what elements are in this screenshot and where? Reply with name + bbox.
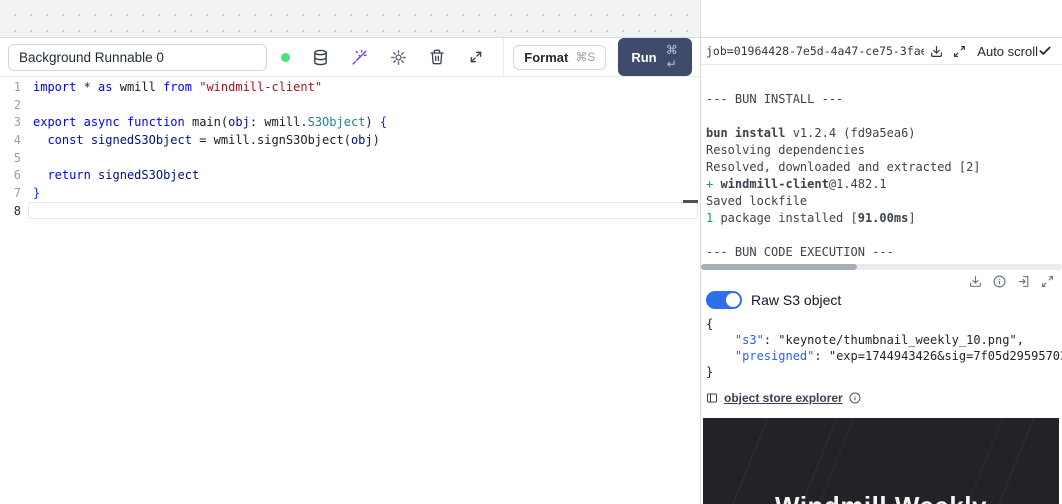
expand-diagonal-icon (468, 49, 484, 65)
auto-scroll-label: Auto scroll (977, 44, 1038, 59)
expand-result-button[interactable] (1040, 274, 1054, 288)
job-logs: --- BUN INSTALL --- bun install v1.2.4 (… (701, 65, 1062, 262)
job-result-panel: job=01964428-7e5d-4a47-ce75-3fae4 Auto s… (701, 0, 1062, 504)
check-icon (1038, 44, 1052, 58)
magic-wand-icon (351, 49, 368, 66)
result-info-button[interactable] (992, 274, 1006, 288)
raw-s3-toggle-row: Raw S3 object (701, 290, 1062, 309)
fullscreen-editor-button[interactable] (467, 48, 485, 66)
s3-image-preview: Windmill Weekly (703, 418, 1059, 504)
download-icon (969, 275, 982, 288)
overview-ruler-cursor-marker (683, 200, 698, 203)
delete-button[interactable] (428, 48, 446, 66)
format-shortcut: ⌘S (575, 50, 595, 64)
download-logs-button[interactable] (927, 42, 945, 60)
format-button[interactable]: Format ⌘S (513, 45, 606, 70)
trash-icon (429, 49, 445, 65)
info-icon (849, 392, 861, 404)
toolbar-divider (503, 38, 504, 77)
run-button[interactable]: Run ⌘ ↵ (618, 38, 692, 76)
object-store-explorer-link[interactable]: object store explorer (724, 391, 843, 405)
object-store-explorer-row: object store explorer (701, 391, 1062, 405)
open-drawer-icon (1017, 275, 1030, 288)
preview-title-text: Windmill Weekly (703, 491, 1059, 504)
expand-icon (1041, 275, 1054, 288)
job-id: job=01964428-7e5d-4a47-ce75-3fae4 (706, 44, 924, 58)
gear-icon (390, 49, 407, 66)
toggle-knob (726, 293, 740, 307)
format-button-label: Format (524, 50, 568, 65)
download-icon (930, 45, 943, 58)
windmill-app-editor: Format ⌘S Run ⌘ ↵ 1import * as wmill fro… (0, 0, 1062, 504)
auto-scroll-checkbox[interactable] (1038, 44, 1052, 58)
scrollbar-thumb[interactable] (701, 264, 857, 270)
code-line: 4 const signedS3Object = wmill.signS3Obj… (0, 131, 700, 149)
info-icon (993, 275, 1006, 288)
download-result-button[interactable] (968, 274, 982, 288)
database-icon (312, 49, 329, 66)
panel-left-icon (706, 392, 718, 404)
log-horizontal-scrollbar[interactable] (701, 264, 1062, 270)
ai-assistant-button[interactable] (350, 48, 368, 66)
code-line: 5 (0, 149, 700, 167)
code-line: 1import * as wmill from "windmill-client… (0, 78, 700, 96)
right-panel-header-spacer (701, 0, 1062, 38)
raw-s3-toggle[interactable] (706, 291, 742, 309)
code-line: 3export async function main(obj: wmill.S… (0, 113, 700, 131)
job-header: job=01964428-7e5d-4a47-ce75-3fae4 Auto s… (701, 38, 1062, 65)
runnable-toolbar: Format ⌘S Run ⌘ ↵ (0, 38, 700, 77)
code-line: 2 (0, 96, 700, 114)
app-canvas-dotted-grid[interactable] (0, 0, 700, 38)
code-line: 8 (0, 202, 700, 220)
runnable-name-input[interactable] (8, 44, 267, 71)
run-shortcut: ⌘ ↵ (665, 43, 679, 71)
expand-icon (953, 45, 966, 58)
run-button-label: Run (631, 50, 656, 65)
code-line: 6 return signedS3Object (0, 166, 700, 184)
database-button[interactable] (311, 48, 329, 66)
settings-button[interactable] (389, 48, 407, 66)
code-line: 7} (0, 184, 700, 202)
code-editor[interactable]: 1import * as wmill from "windmill-client… (0, 77, 700, 503)
result-toolbar (701, 274, 1062, 288)
expand-logs-button[interactable] (950, 42, 968, 60)
result-json[interactable]: { "s3": "keynote/thumbnail_weekly_10.png… (701, 316, 1062, 380)
status-dot (281, 53, 290, 62)
raw-s3-toggle-label: Raw S3 object (751, 292, 841, 308)
open-in-drawer-button[interactable] (1016, 274, 1030, 288)
script-editor-panel: Format ⌘S Run ⌘ ↵ 1import * as wmill fro… (0, 0, 701, 504)
